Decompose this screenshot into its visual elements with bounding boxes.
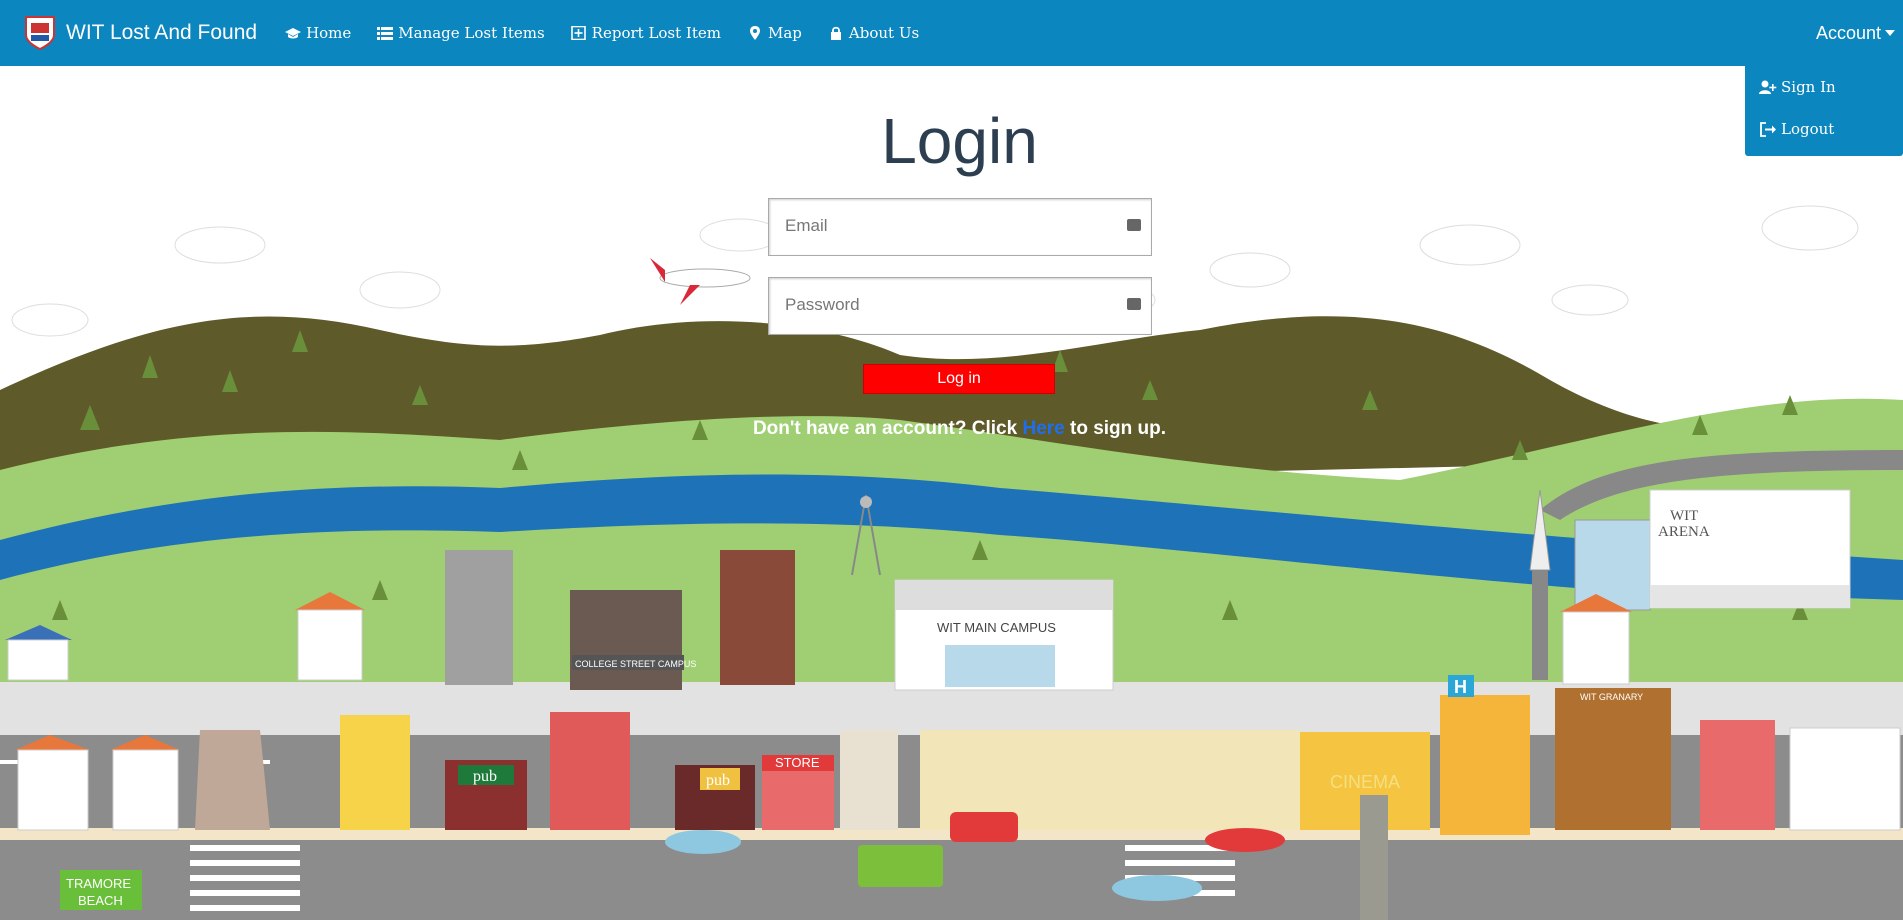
nav-manage-label: Manage Lost Items	[398, 24, 545, 42]
top-navbar: WIT Lost And Found Home Manage Lost Item…	[0, 0, 1903, 66]
email-field-wrapper	[768, 198, 1152, 256]
page-title: Login	[881, 105, 1038, 177]
svg-text:STORE: STORE	[775, 755, 820, 770]
account-menu-toggle[interactable]: Account	[1816, 0, 1895, 66]
keyboard-icon	[1127, 298, 1141, 310]
dropdown-logout[interactable]: Logout	[1745, 108, 1903, 150]
account-label: Account	[1815, 22, 1881, 43]
brand-name: WIT Lost And Found	[66, 21, 258, 44]
svg-text:ARENA: ARENA	[1658, 524, 1710, 540]
svg-text:TRAMORE: TRAMORE	[66, 876, 131, 891]
caret-down-icon	[1885, 30, 1895, 36]
account-dropdown: Sign In Logout	[1745, 66, 1903, 156]
airplane	[650, 258, 751, 305]
user-plus-icon	[1759, 80, 1777, 94]
nav-manage-lost-items[interactable]: Manage Lost Items	[377, 24, 545, 42]
svg-text:CINEMA: CINEMA	[1330, 772, 1400, 792]
svg-text:H: H	[1454, 677, 1467, 697]
logout-label: Logout	[1781, 120, 1835, 138]
svg-text:WIT GRANARY: WIT GRANARY	[1580, 692, 1643, 702]
svg-text:pub: pub	[473, 768, 497, 785]
graduation-cap-icon	[285, 28, 302, 39]
nav-map[interactable]: Map	[747, 24, 802, 42]
svg-text:pub: pub	[706, 772, 730, 789]
sign-out-icon	[1760, 121, 1776, 137]
svg-text:WIT MAIN CAMPUS: WIT MAIN CAMPUS	[937, 620, 1056, 635]
nav-report-label: Report Lost Item	[591, 24, 721, 42]
nav-home[interactable]: Home	[285, 24, 351, 42]
crest-logo-icon	[25, 16, 55, 51]
nav-menu: Home Manage Lost Items Report Lost Item …	[285, 24, 945, 42]
svg-text:COLLEGE STREET CAMPUS: COLLEGE STREET CAMPUS	[575, 659, 696, 669]
nav-home-label: Home	[306, 24, 352, 42]
nav-about-us[interactable]: About Us	[828, 24, 919, 42]
login-button[interactable]: Log in	[863, 364, 1055, 394]
keyboard-icon	[1127, 219, 1141, 231]
map-marker-icon	[749, 26, 760, 40]
plus-square-icon	[570, 26, 586, 40]
signup-prefix: Don't have an account? Click	[752, 418, 1023, 439]
email-field[interactable]	[769, 199, 1115, 253]
brand-link[interactable]: WIT Lost And Found	[24, 15, 257, 51]
signup-prompt: Don't have an account? Click Here to sig…	[0, 418, 1903, 440]
signup-suffix: to sign up.	[1064, 418, 1167, 439]
list-icon	[377, 27, 394, 40]
lock-icon	[830, 26, 841, 40]
svg-text:WIT: WIT	[1670, 508, 1698, 524]
signup-link[interactable]: Here	[1022, 418, 1064, 439]
nav-map-label: Map	[767, 24, 802, 42]
password-field[interactable]	[769, 278, 1115, 332]
password-field-wrapper	[768, 277, 1152, 335]
dropdown-sign-in[interactable]: Sign In	[1745, 66, 1903, 108]
nav-report-lost-item[interactable]: Report Lost Item	[570, 24, 721, 42]
svg-text:BEACH: BEACH	[78, 893, 123, 908]
nav-about-label: About Us	[848, 24, 920, 42]
sign-in-label: Sign In	[1781, 78, 1836, 96]
